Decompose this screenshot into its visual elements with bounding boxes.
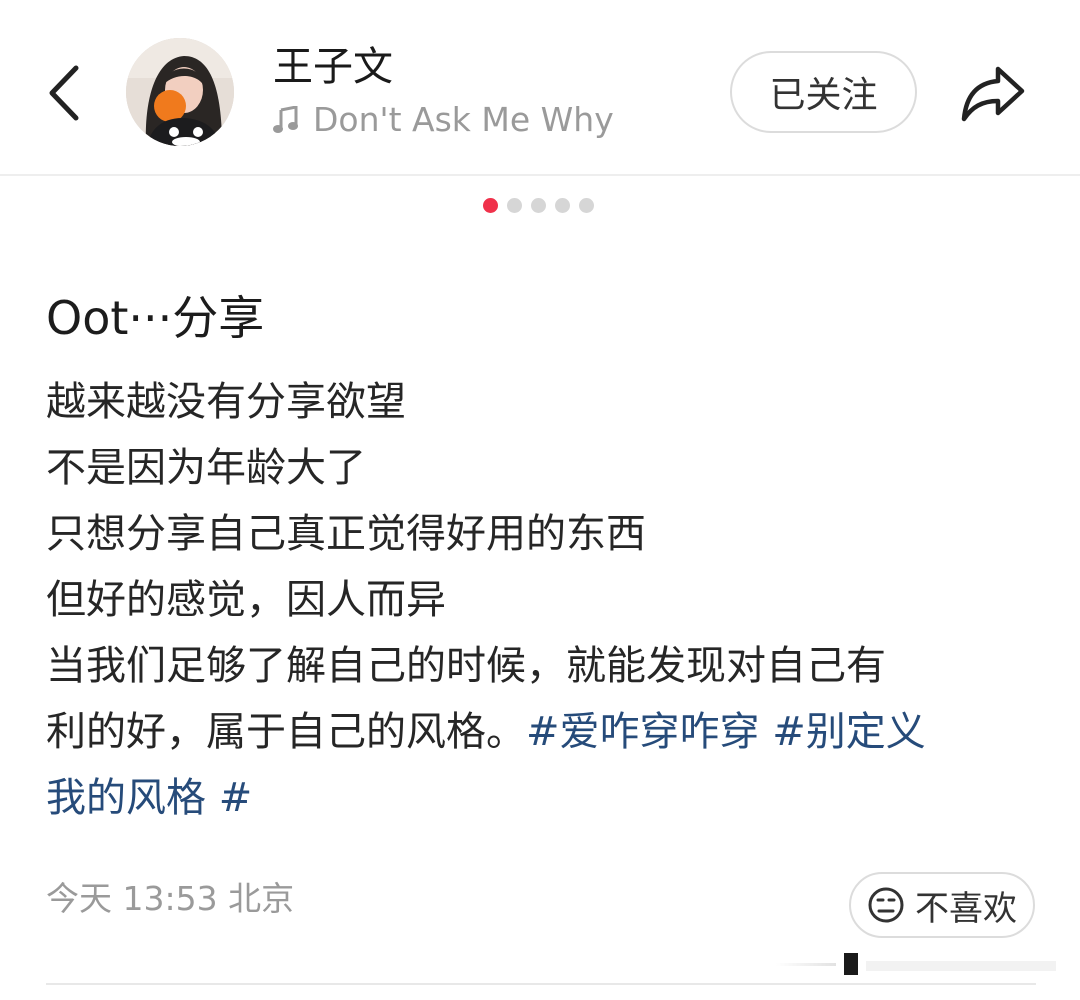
chevron-left-icon	[49, 65, 79, 121]
post-line: 只想分享自己真正觉得好用的东西	[46, 511, 646, 557]
music-title: Don't Ask Me Why	[313, 100, 614, 139]
hashtag-end[interactable]: #	[219, 775, 253, 821]
post-line-tags: 我的风格 #	[46, 765, 1046, 831]
post-title: Oot···分享	[46, 291, 265, 345]
divider	[46, 983, 1036, 985]
hashtag-link-continued[interactable]: 我的风格	[46, 775, 206, 821]
post-body: 越来越没有分享欲望 不是因为年龄大了 只想分享自己真正觉得好用的东西 但好的感觉…	[46, 369, 1046, 831]
avatar-image	[126, 38, 234, 146]
post-line-text: 利的好，属于自己的风格。	[46, 709, 526, 755]
post-line-with-tags: 利的好，属于自己的风格。#爱咋穿咋穿 #别定义	[46, 699, 1046, 765]
bottom-bar-shadow	[776, 953, 1056, 975]
pager-dot-active[interactable]	[483, 198, 498, 213]
share-button[interactable]	[955, 58, 1031, 128]
share-arrow-icon	[961, 66, 1025, 122]
follow-button[interactable]: 已关注	[730, 51, 917, 133]
pager-dot[interactable]	[579, 198, 594, 213]
dislike-label: 不喜欢	[915, 888, 1017, 929]
music-note-icon	[273, 105, 303, 135]
post-line: 不是因为年龄大了	[46, 445, 366, 491]
hashtag-link[interactable]: #爱咋穿咋穿	[526, 709, 760, 755]
post-line: 当我们足够了解自己的时候，就能发现对自己有	[46, 643, 886, 689]
dislike-button[interactable]: 不喜欢	[849, 872, 1035, 938]
avatar[interactable]	[126, 38, 234, 146]
back-button[interactable]	[38, 58, 88, 128]
post-meta: 今天 13:53 北京	[46, 879, 295, 918]
hashtag-link[interactable]: #别定义	[772, 709, 926, 755]
image-pager	[483, 198, 603, 213]
post-header: 王子文 Don't Ask Me Why 已关注	[0, 0, 1080, 176]
music-row[interactable]: Don't Ask Me Why	[273, 100, 614, 139]
post-line: 越来越没有分享欲望	[46, 379, 406, 425]
author-name[interactable]: 王子文	[273, 34, 393, 92]
post-line: 但好的感觉，因人而异	[46, 577, 446, 623]
pager-dot[interactable]	[531, 198, 546, 213]
dislike-face-icon	[868, 887, 904, 923]
pager-dot[interactable]	[555, 198, 570, 213]
pager-dot[interactable]	[507, 198, 522, 213]
